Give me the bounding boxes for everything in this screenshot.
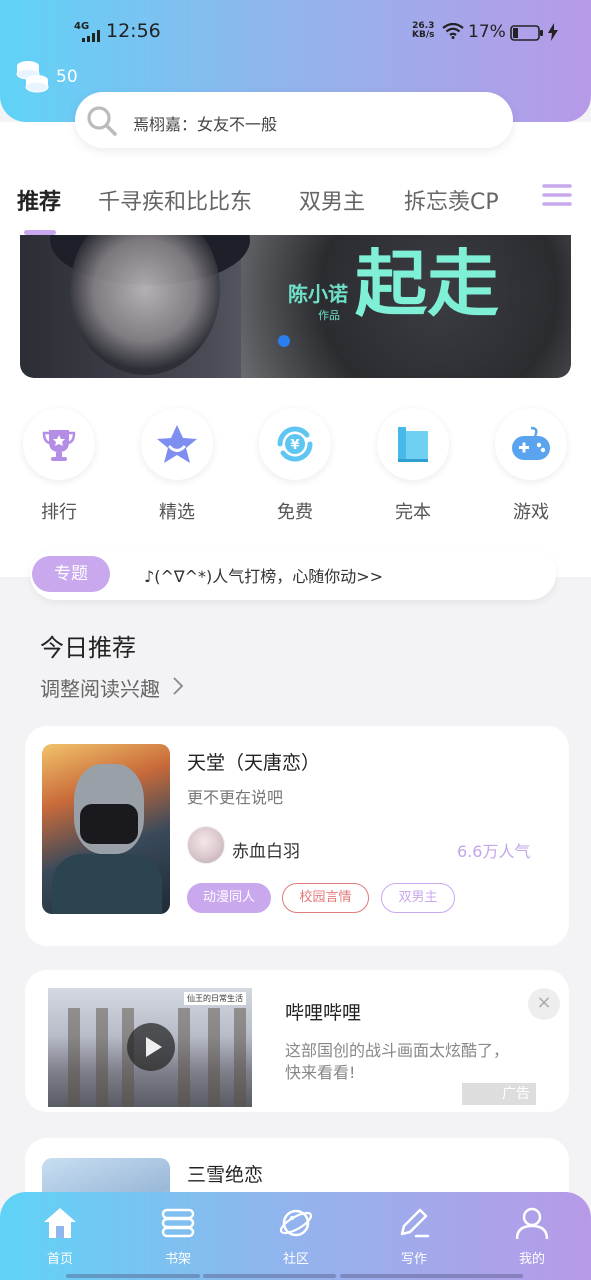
status-bar: 4G 12:56 26.3 KB/s 17%: [0, 18, 591, 48]
nav-label: 首页: [46, 1252, 73, 1267]
nav-bookshelf[interactable]: 书架: [138, 1206, 218, 1267]
battery-icon: [510, 25, 543, 41]
wifi-icon: [442, 23, 464, 39]
topic-badge: 专题: [32, 556, 110, 592]
quick-nav-label: 精选: [159, 502, 195, 523]
book-description: 更不更在说吧: [187, 788, 284, 807]
quick-nav: 排行 精选 ¥ 免费 完本 游戏: [0, 408, 591, 528]
carousel-dot[interactable]: [278, 335, 290, 347]
tab-double-male[interactable]: 双男主: [299, 184, 365, 216]
ad-badge: 广告: [462, 1083, 536, 1105]
book-title: 天堂（天唐恋）: [187, 752, 321, 774]
nav-label: 我的: [518, 1252, 545, 1267]
planet-icon: [279, 1209, 313, 1237]
gamepad-icon: [512, 426, 550, 460]
home-indicator: [203, 1274, 336, 1278]
search-input[interactable]: 焉栩嘉：女友不一般: [75, 92, 513, 148]
bottom-navigation: 首页 书架 社区 写作 我的: [0, 1192, 591, 1280]
tag-double-male[interactable]: 双男主: [381, 883, 455, 913]
section-title: 今日推荐: [40, 634, 136, 662]
network-speed: 26.3 KB/s: [412, 21, 435, 40]
quick-nav-rank[interactable]: 排行: [11, 408, 107, 524]
quick-nav-free[interactable]: ¥ 免费: [247, 408, 343, 524]
quick-nav-label: 排行: [41, 502, 77, 523]
banner-title: 起走: [355, 241, 500, 326]
coin-icon[interactable]: [15, 58, 51, 94]
close-icon[interactable]: ×: [528, 988, 560, 1020]
nav-home[interactable]: 首页: [20, 1206, 100, 1267]
topic-text: ♪(^∇^*)人气打榜，心随你动>>: [144, 567, 384, 586]
home-indicator: [340, 1274, 523, 1278]
book-cover: [42, 744, 170, 914]
yuan-icon: ¥: [277, 426, 313, 462]
search-placeholder: 焉栩嘉：女友不一般: [133, 115, 278, 134]
play-icon[interactable]: [127, 1023, 175, 1071]
nav-label: 社区: [282, 1252, 309, 1267]
quick-nav-label: 完本: [395, 502, 431, 523]
nav-label: 书架: [164, 1252, 191, 1267]
star-icon: [157, 425, 197, 463]
avatar: [187, 826, 225, 864]
search-icon: [87, 106, 117, 136]
bookshelf-icon: [161, 1208, 195, 1238]
nav-label: 写作: [400, 1252, 427, 1267]
banner-character: [70, 235, 220, 375]
quick-nav-games[interactable]: 游戏: [483, 408, 579, 524]
tabs-menu-icon[interactable]: [540, 180, 576, 214]
adjust-interests-link[interactable]: 调整阅读兴趣: [40, 673, 184, 702]
pen-icon: [400, 1208, 430, 1238]
banner-carousel[interactable]: 陈小诺 作品 起走: [20, 235, 571, 378]
chevron-right-icon: [173, 677, 184, 695]
tag-anime-fanfic[interactable]: 动漫同人: [187, 883, 271, 913]
quick-nav-complete[interactable]: 完本: [365, 408, 461, 524]
ad-card[interactable]: 仙王的日常生活 哔哩哔哩 这部国创的战斗画面太炫酷了，快来看看! × 广告: [25, 970, 569, 1112]
clock: 12:56: [106, 20, 161, 42]
ad-image-label: 仙王的日常生活: [184, 992, 246, 1005]
book-icon: [398, 427, 428, 462]
popularity-count: 6.6万人气: [457, 842, 531, 861]
nav-write[interactable]: 写作: [374, 1206, 454, 1267]
tab-recommend[interactable]: 推荐: [17, 184, 61, 216]
home-icon: [44, 1208, 76, 1238]
trophy-icon: [42, 430, 76, 461]
category-tabs: 推荐 千寻疾和比比东 双男主 拆忘羡CP: [0, 176, 591, 236]
tab-qianxunji-bibidong[interactable]: 千寻疾和比比东: [98, 184, 252, 216]
ad-description: 这部国创的战斗画面太炫酷了，快来看看!: [285, 1041, 510, 1082]
topic-banner[interactable]: 专题 ♪(^∇^*)人气打榜，心随你动>>: [30, 548, 556, 600]
signal-icon: [82, 30, 100, 42]
ad-title: 哔哩哔哩: [285, 1002, 362, 1024]
tag-campus-romance[interactable]: 校园言情: [282, 883, 369, 913]
svg-text:¥: ¥: [290, 438, 299, 453]
nav-community[interactable]: 社区: [256, 1206, 336, 1267]
nav-profile[interactable]: 我的: [492, 1206, 572, 1267]
home-indicator: [66, 1274, 200, 1278]
book-title: 三雪绝恋: [187, 1164, 264, 1186]
quick-nav-featured[interactable]: 精选: [129, 408, 225, 524]
banner-tag: 作品: [318, 309, 340, 322]
coin-count: 50: [56, 67, 78, 87]
quick-nav-label: 免费: [277, 502, 313, 523]
adjust-interests-label: 调整阅读兴趣: [40, 677, 160, 701]
charging-icon: [548, 23, 558, 41]
quick-nav-label: 游戏: [513, 502, 549, 523]
author-name: 赤血白羽: [232, 842, 300, 862]
tab-wangxian-cp[interactable]: 拆忘羡CP: [404, 184, 499, 216]
battery-percent: 17%: [468, 22, 506, 42]
banner-author: 陈小诺: [288, 282, 348, 306]
ad-video-thumbnail[interactable]: 仙王的日常生活: [48, 988, 252, 1107]
book-card[interactable]: 天堂（天唐恋） 更不更在说吧 赤血白羽 6.6万人气 动漫同人 校园言情 双男主: [25, 726, 569, 946]
user-icon: [515, 1207, 549, 1240]
